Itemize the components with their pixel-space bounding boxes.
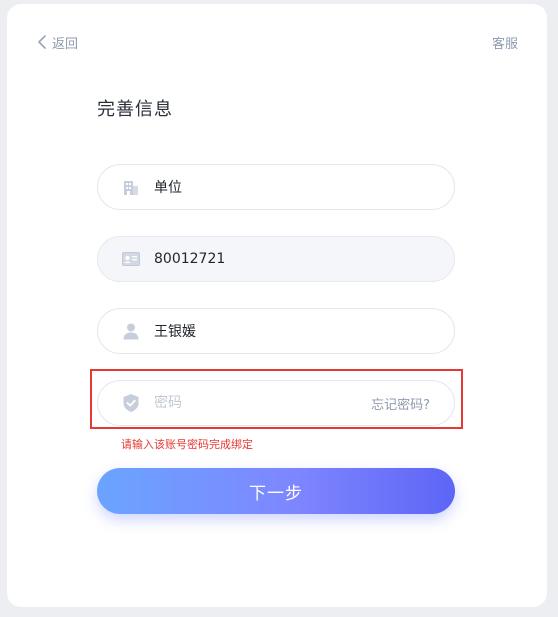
unit-value: 单位	[154, 180, 182, 196]
user-icon	[121, 321, 141, 341]
back-label: 返回	[52, 36, 79, 52]
customer-service-link[interactable]: 客服	[492, 33, 518, 52]
building-icon	[121, 177, 141, 197]
account-value: 80012721	[154, 251, 226, 267]
back-button[interactable]: 返回	[38, 33, 79, 52]
chevron-left-icon	[38, 35, 46, 49]
next-button[interactable]: 下一步	[97, 468, 455, 514]
name-value: 王银媛	[154, 324, 196, 340]
page-title: 完善信息	[97, 99, 173, 120]
account-field: 80012721	[97, 236, 455, 282]
unit-field[interactable]: 单位	[97, 164, 455, 210]
form-card	[7, 4, 547, 607]
password-highlight-frame	[90, 369, 463, 429]
error-message: 请输入该账号密码完成绑定	[121, 438, 253, 451]
name-field[interactable]: 王银媛	[97, 308, 455, 354]
id-card-icon	[121, 249, 141, 269]
